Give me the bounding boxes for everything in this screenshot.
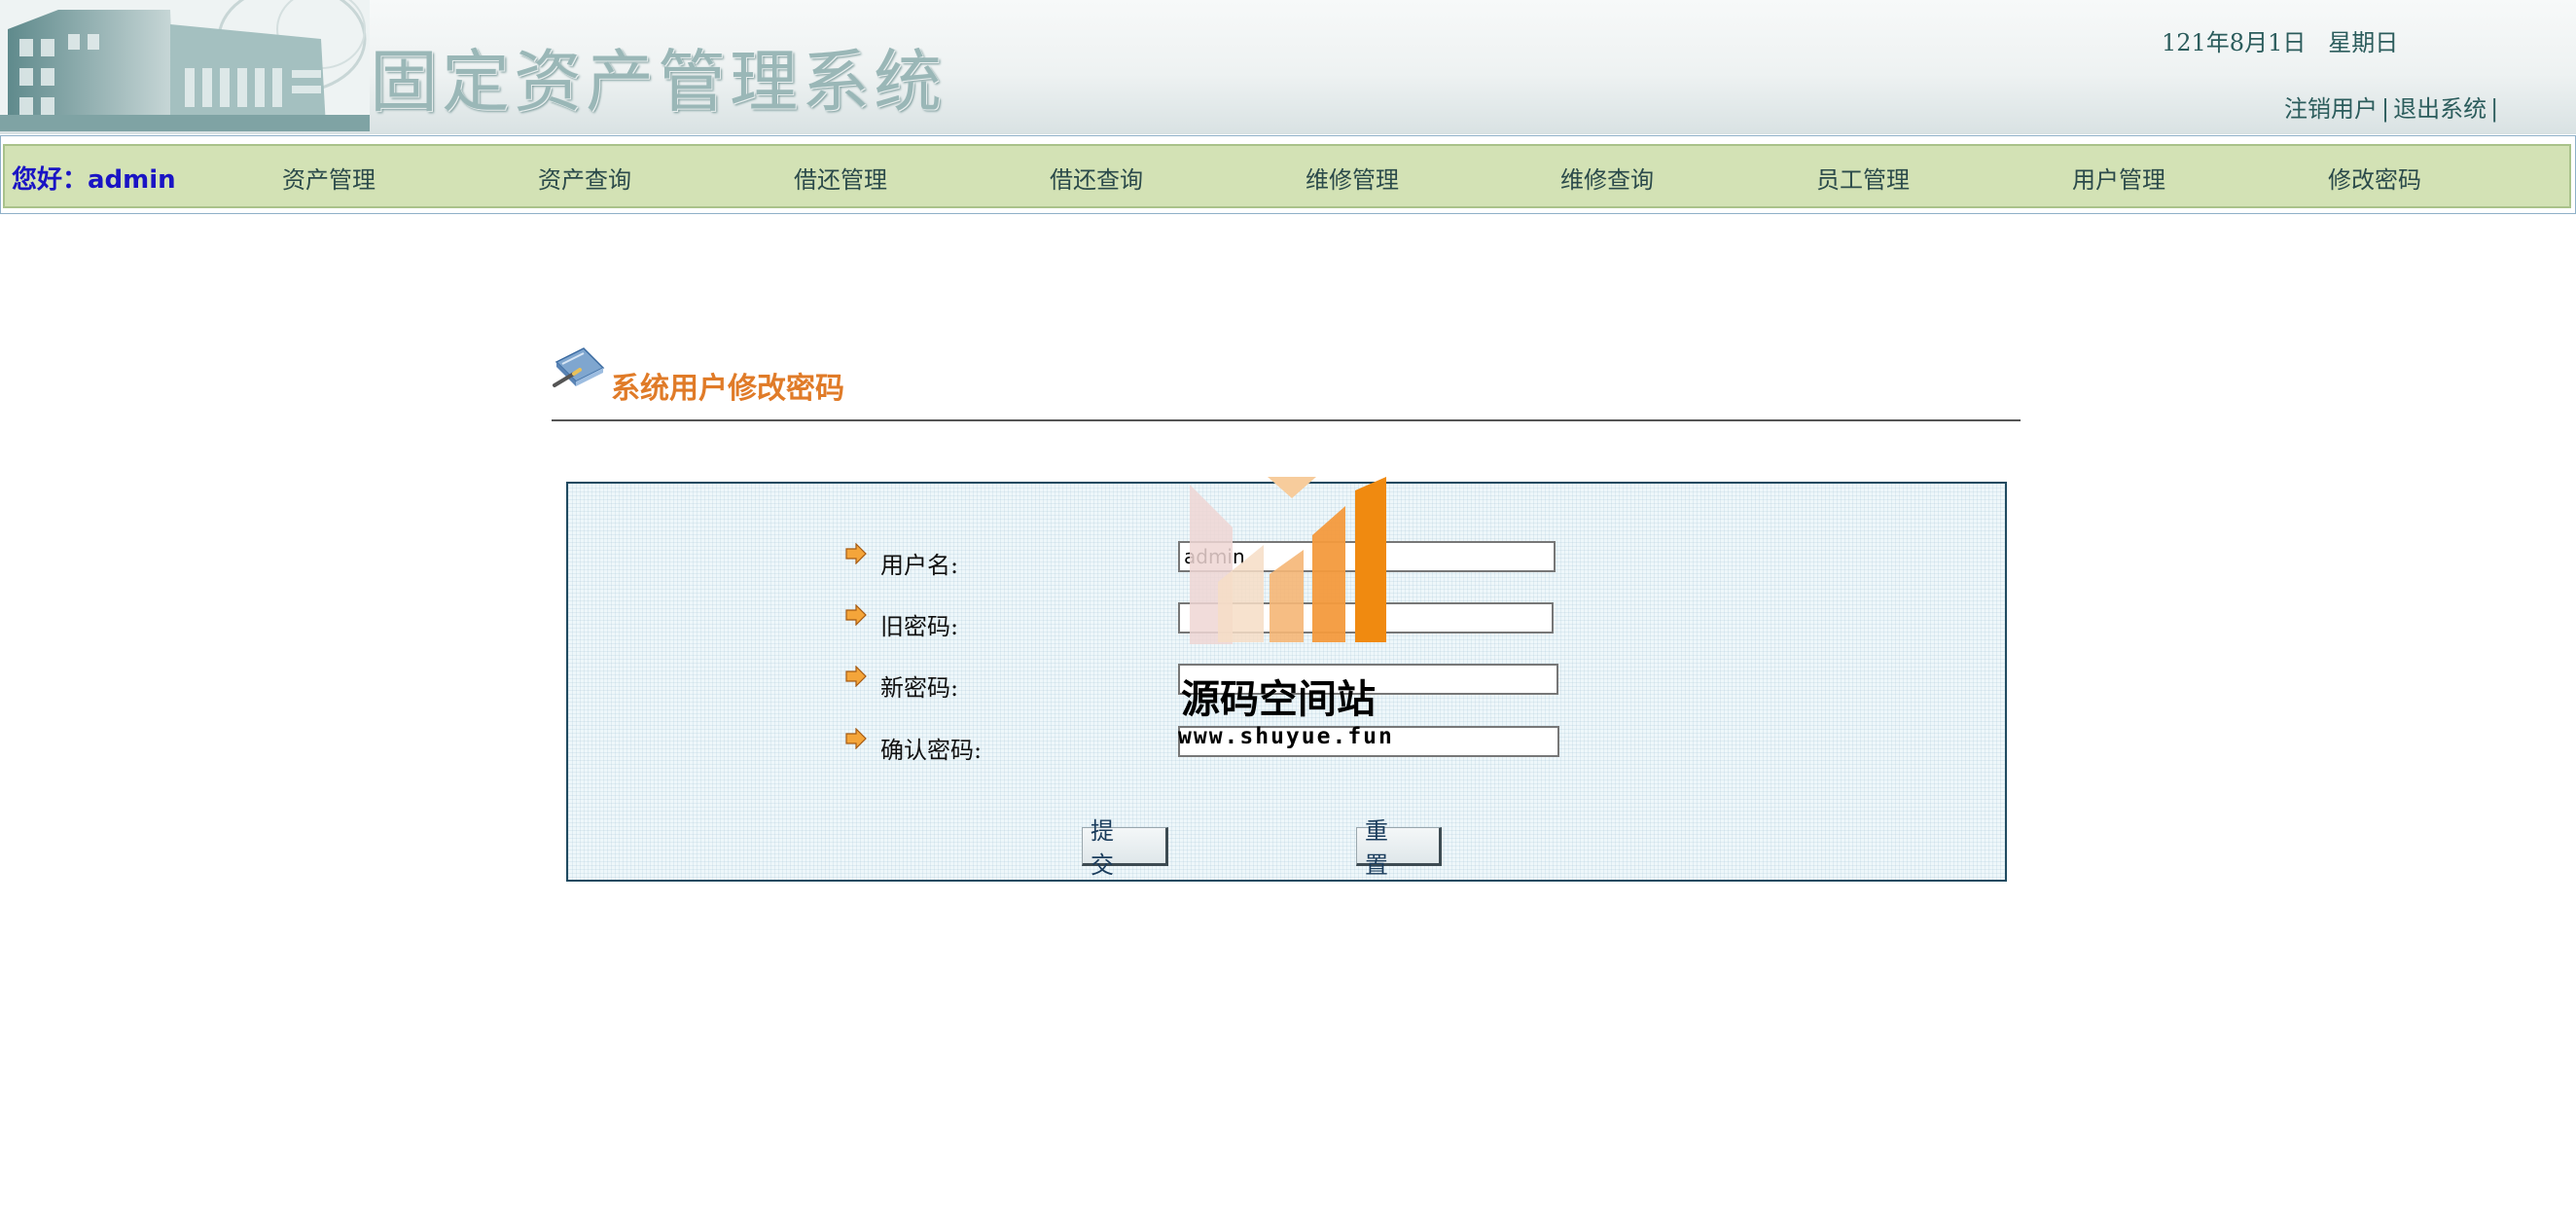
user-greeting: 您好：admin [12, 160, 176, 196]
date-display: 121年8月1日 星期日 [2162, 23, 2398, 57]
nav-employee-management[interactable]: 员工管理 [1816, 161, 1910, 195]
exit-system-link[interactable]: 退出系统 [2393, 95, 2487, 123]
nav-asset-query[interactable]: 资产查询 [538, 161, 631, 195]
nav-change-password[interactable]: 修改密码 [2328, 161, 2421, 195]
confirm-password-label: 确认密码: [880, 737, 983, 764]
watermark-url: www.shuyue.fun [1178, 724, 1394, 749]
title-divider [552, 419, 2021, 421]
arrow-bullet-icon [845, 666, 867, 687]
nav-borrow-return-query[interactable]: 借还查询 [1050, 161, 1143, 195]
arrow-bullet-icon [845, 604, 867, 626]
page-title: 系统用户修改密码 [611, 372, 844, 406]
nav-maintenance-query[interactable]: 维修查询 [1560, 161, 1654, 195]
link-separator: | [2490, 95, 2499, 123]
submit-button[interactable]: 提 交 [1082, 817, 1168, 879]
weekday-label: 星期日 [2328, 29, 2399, 56]
nav-user-management[interactable]: 用户管理 [2072, 161, 2165, 195]
main-nav-bar [3, 144, 2571, 208]
nav-asset-management[interactable]: 资产管理 [282, 161, 376, 195]
greeting-username: admin [88, 165, 176, 195]
header-banner: 固定资产管理系统 121年8月1日 星期日 注销用户 | 退出系统 | [0, 0, 2576, 134]
reset-button[interactable]: 重 置 [1356, 817, 1442, 879]
link-separator: | [2381, 95, 2390, 123]
username-label: 用户名: [880, 552, 959, 579]
new-password-label: 新密码: [880, 674, 959, 702]
header-links: 注销用户 | 退出系统 | [2284, 90, 2502, 124]
edit-book-icon [553, 347, 605, 387]
watermark-logo [1190, 477, 1386, 644]
nav-maintenance-management[interactable]: 维修管理 [1306, 161, 1399, 195]
nav-borrow-return-management[interactable]: 借还管理 [794, 161, 887, 195]
building-banner-image [0, 0, 370, 131]
greeting-prefix: 您好： [12, 165, 89, 195]
date-label: 121年8月1日 [2162, 29, 2307, 56]
watermark-name: 源码空间站 [1181, 677, 1376, 722]
old-password-label: 旧密码: [880, 613, 959, 640]
arrow-bullet-icon [845, 543, 867, 564]
logout-user-link[interactable]: 注销用户 [2284, 95, 2378, 123]
arrow-bullet-icon [845, 728, 867, 749]
system-title: 固定资产管理系统 [370, 42, 946, 122]
